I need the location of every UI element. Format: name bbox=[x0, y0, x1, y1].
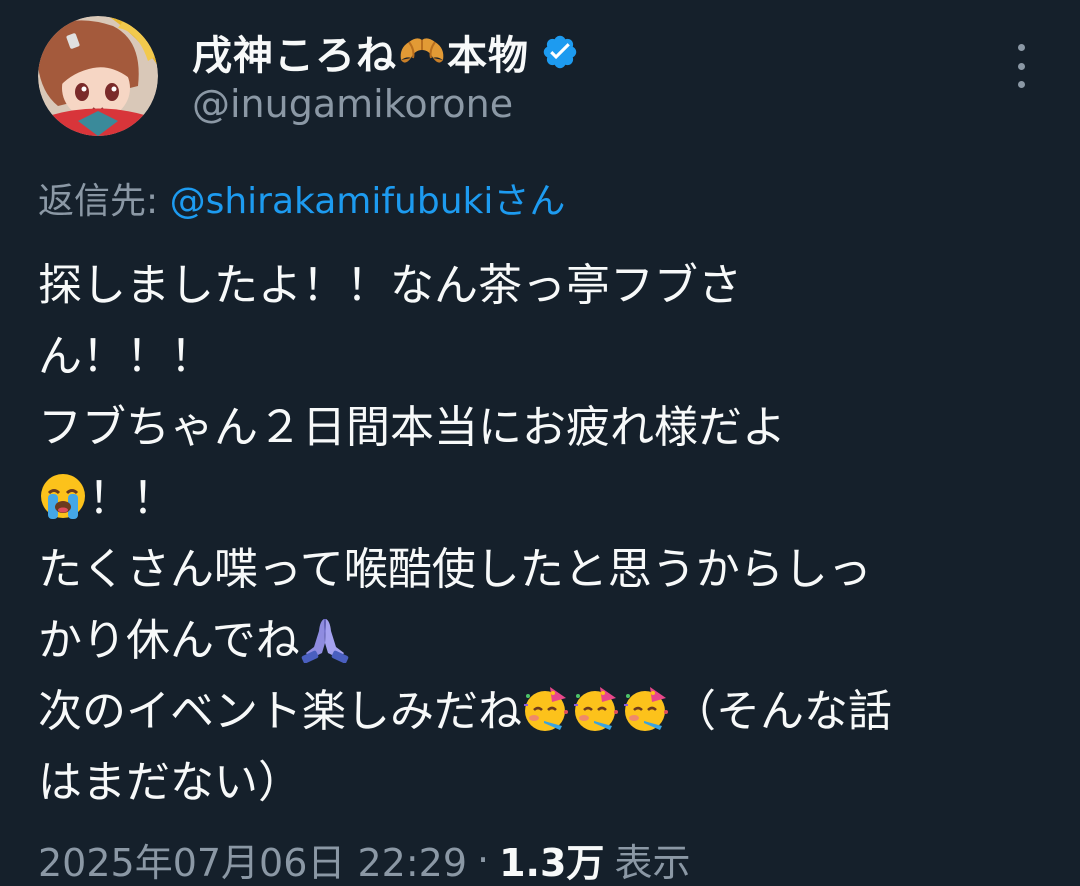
author-display-name-suffix[interactable]: 本物 bbox=[447, 23, 529, 81]
avatar-image bbox=[38, 16, 158, 136]
author-display-name[interactable]: 戌神ころね bbox=[192, 23, 397, 81]
verified-badge-icon[interactable] bbox=[541, 33, 579, 71]
tweet-line: 探しましたよ！！なん茶っ亭フブさ bbox=[38, 260, 742, 311]
author-handle[interactable]: @inugamikorone bbox=[192, 82, 513, 126]
avatar[interactable] bbox=[38, 16, 158, 136]
tweet-line: たくさん喋って喉酷使したと思うからしっ bbox=[38, 544, 872, 595]
reply-to-prefix: 返信先: bbox=[38, 181, 170, 222]
tweet-line-text: かり休んでね bbox=[38, 615, 300, 666]
partying-face-icon bbox=[524, 687, 568, 731]
reply-mention-link[interactable]: @shirakamifubukiさん bbox=[170, 181, 566, 222]
tweet-line-text: ！！ bbox=[88, 473, 176, 524]
meta-separator: · bbox=[477, 837, 490, 882]
croissant-icon bbox=[400, 38, 444, 63]
partying-face-icon bbox=[624, 687, 668, 731]
loudly-crying-face-icon bbox=[41, 474, 85, 519]
author-name-row[interactable]: 戌神ころね 本物 bbox=[192, 24, 579, 80]
more-dot bbox=[1017, 81, 1025, 88]
tweet-line-emoji: かり休んでね bbox=[38, 605, 1048, 676]
tweet-line-emoji: ！！ bbox=[38, 463, 1048, 534]
views-label: 表示 bbox=[614, 841, 691, 885]
tweet-line-emoji: 次のイベント楽しみだね （そんな話 bbox=[38, 676, 1048, 747]
tweet-line: ん！！！ bbox=[38, 331, 214, 382]
tweet-view: 戌神ころね 本物 @inugamikorone 返信先: @shirakamif… bbox=[0, 0, 1080, 886]
tweet-line-text: （そんな話 bbox=[672, 686, 892, 737]
views-count: 1.3万 bbox=[499, 841, 605, 885]
more-dot bbox=[1017, 62, 1025, 70]
tweet-text: 探しましたよ！！なん茶っ亭フブさ ん！！！ フブちゃん２日間本当にお疲れ様だよ … bbox=[38, 250, 1048, 818]
tweet-meta: 2025年07月06日 22:29 · 1.3万 表示 bbox=[38, 832, 690, 886]
tweet-line: フブちゃん２日間本当にお疲れ様だよ bbox=[38, 402, 786, 453]
folded-hands-icon bbox=[301, 619, 349, 663]
tweet-line: はまだない） bbox=[38, 757, 302, 808]
reply-to-label: 返信先: @shirakamifubukiさん bbox=[38, 172, 565, 224]
partying-face-icon bbox=[574, 687, 618, 731]
more-dot bbox=[1017, 44, 1025, 51]
more-options-icon[interactable] bbox=[1008, 44, 1034, 88]
tweet-timestamp[interactable]: 2025年07月06日 22:29 bbox=[38, 832, 467, 886]
tweet-line-text: 次のイベント楽しみだね bbox=[38, 686, 522, 737]
